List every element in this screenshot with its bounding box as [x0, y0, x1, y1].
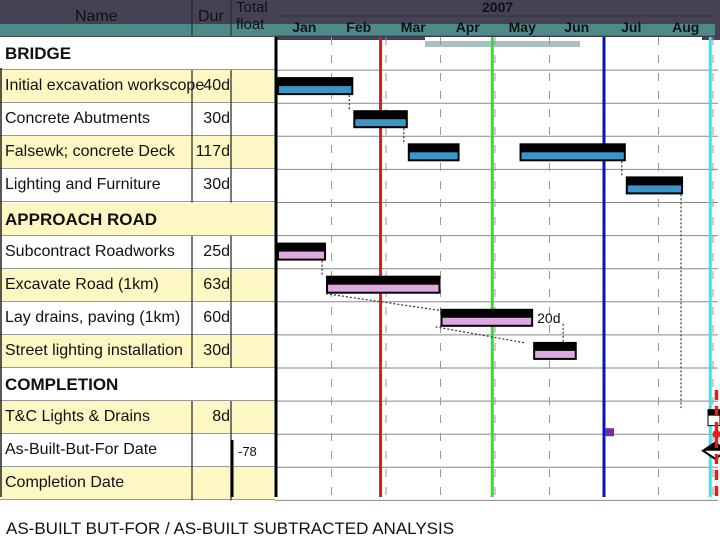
month-label: Jul	[621, 19, 642, 35]
month-label: Jan	[292, 19, 317, 35]
task-bar-fill	[409, 152, 458, 160]
task-bar-fill	[521, 152, 624, 160]
task-name: Completion Date	[5, 474, 125, 492]
task-bar	[625, 176, 684, 195]
milestone-diamond	[701, 441, 720, 460]
task-name: Concrete Abutments	[5, 110, 150, 128]
gantt-chart: Name Dur Total float 2007 Jan Feb Mar Apr Ma…	[0, 0, 720, 540]
caption: AS-BUILT BUT-FOR / AS-BUILT SUBTRACTED A…	[6, 519, 455, 538]
task-bar	[326, 275, 441, 294]
section-name: COMPLETION	[5, 375, 119, 394]
milestone-box-top	[708, 409, 720, 416]
task-bar-fill	[355, 119, 406, 127]
month-label: Jun	[564, 19, 590, 35]
float-annotation: 20d	[537, 310, 560, 326]
task-bar-fill	[328, 284, 439, 292]
task-bar	[277, 242, 327, 261]
task-duration: 30d	[203, 110, 230, 128]
task-name: Lay drains, paving (1km)	[5, 308, 181, 326]
task-bar	[407, 143, 460, 162]
task-duration: 60d	[203, 308, 230, 326]
month-label: Aug	[672, 19, 700, 35]
month-label: Feb	[346, 19, 372, 35]
name-column-header: Name	[75, 8, 118, 25]
task-bar	[353, 110, 408, 129]
task-bar	[277, 77, 354, 96]
year-label: 2007	[482, 0, 514, 15]
task-bar-fill	[535, 350, 575, 358]
task-bar	[440, 308, 534, 327]
task-bar	[519, 143, 626, 162]
task-total-float: -78	[238, 444, 257, 460]
task-bar-fill	[279, 251, 325, 259]
section-name: APPROACH ROAD	[5, 209, 158, 229]
duration-column-header: Dur	[198, 8, 224, 25]
milestone-box	[707, 409, 720, 427]
header-highlight	[425, 41, 580, 47]
task-name: Falsewk; concrete Deck	[5, 143, 175, 161]
task-bar-fill	[442, 317, 532, 325]
task-name: Street lighting installation	[5, 341, 183, 359]
month-label: May	[508, 19, 536, 35]
month-label: Apr	[455, 19, 480, 35]
section-name: BRIDGE	[5, 44, 72, 63]
task-duration: 40d	[203, 77, 230, 95]
month-label: Sep	[713, 19, 720, 35]
task-name: Initial excavation workscope	[5, 77, 205, 95]
task-bar-fill	[627, 185, 682, 193]
task-duration: 30d	[203, 176, 230, 194]
delay-endpoint	[712, 430, 720, 439]
progress-flag	[605, 428, 614, 437]
dependency-link	[325, 293, 443, 312]
total-float-header-line1: Total	[236, 0, 268, 16]
task-name: Lighting and Furniture	[5, 176, 161, 194]
task-name: Excavate Road (1km)	[5, 275, 159, 293]
task-duration: 117d	[195, 143, 230, 161]
task-name: T&C Lights & Drains	[5, 408, 150, 426]
task-duration: 8d	[212, 408, 230, 426]
task-name: As-Built-But-For Date	[5, 441, 158, 459]
task-name: Subcontract Roadworks	[5, 242, 175, 260]
total-float-header-line2: float	[236, 16, 265, 33]
month-label: Mar	[400, 19, 426, 35]
task-duration: 25d	[203, 242, 230, 260]
header-teal-band	[0, 24, 275, 36]
task-bar-fill	[279, 86, 352, 94]
task-duration: 63d	[203, 275, 230, 293]
dependency-link	[435, 326, 526, 344]
milestone-diamond-top	[703, 442, 720, 451]
task-duration: 30d	[203, 341, 230, 359]
task-bar	[533, 341, 577, 360]
